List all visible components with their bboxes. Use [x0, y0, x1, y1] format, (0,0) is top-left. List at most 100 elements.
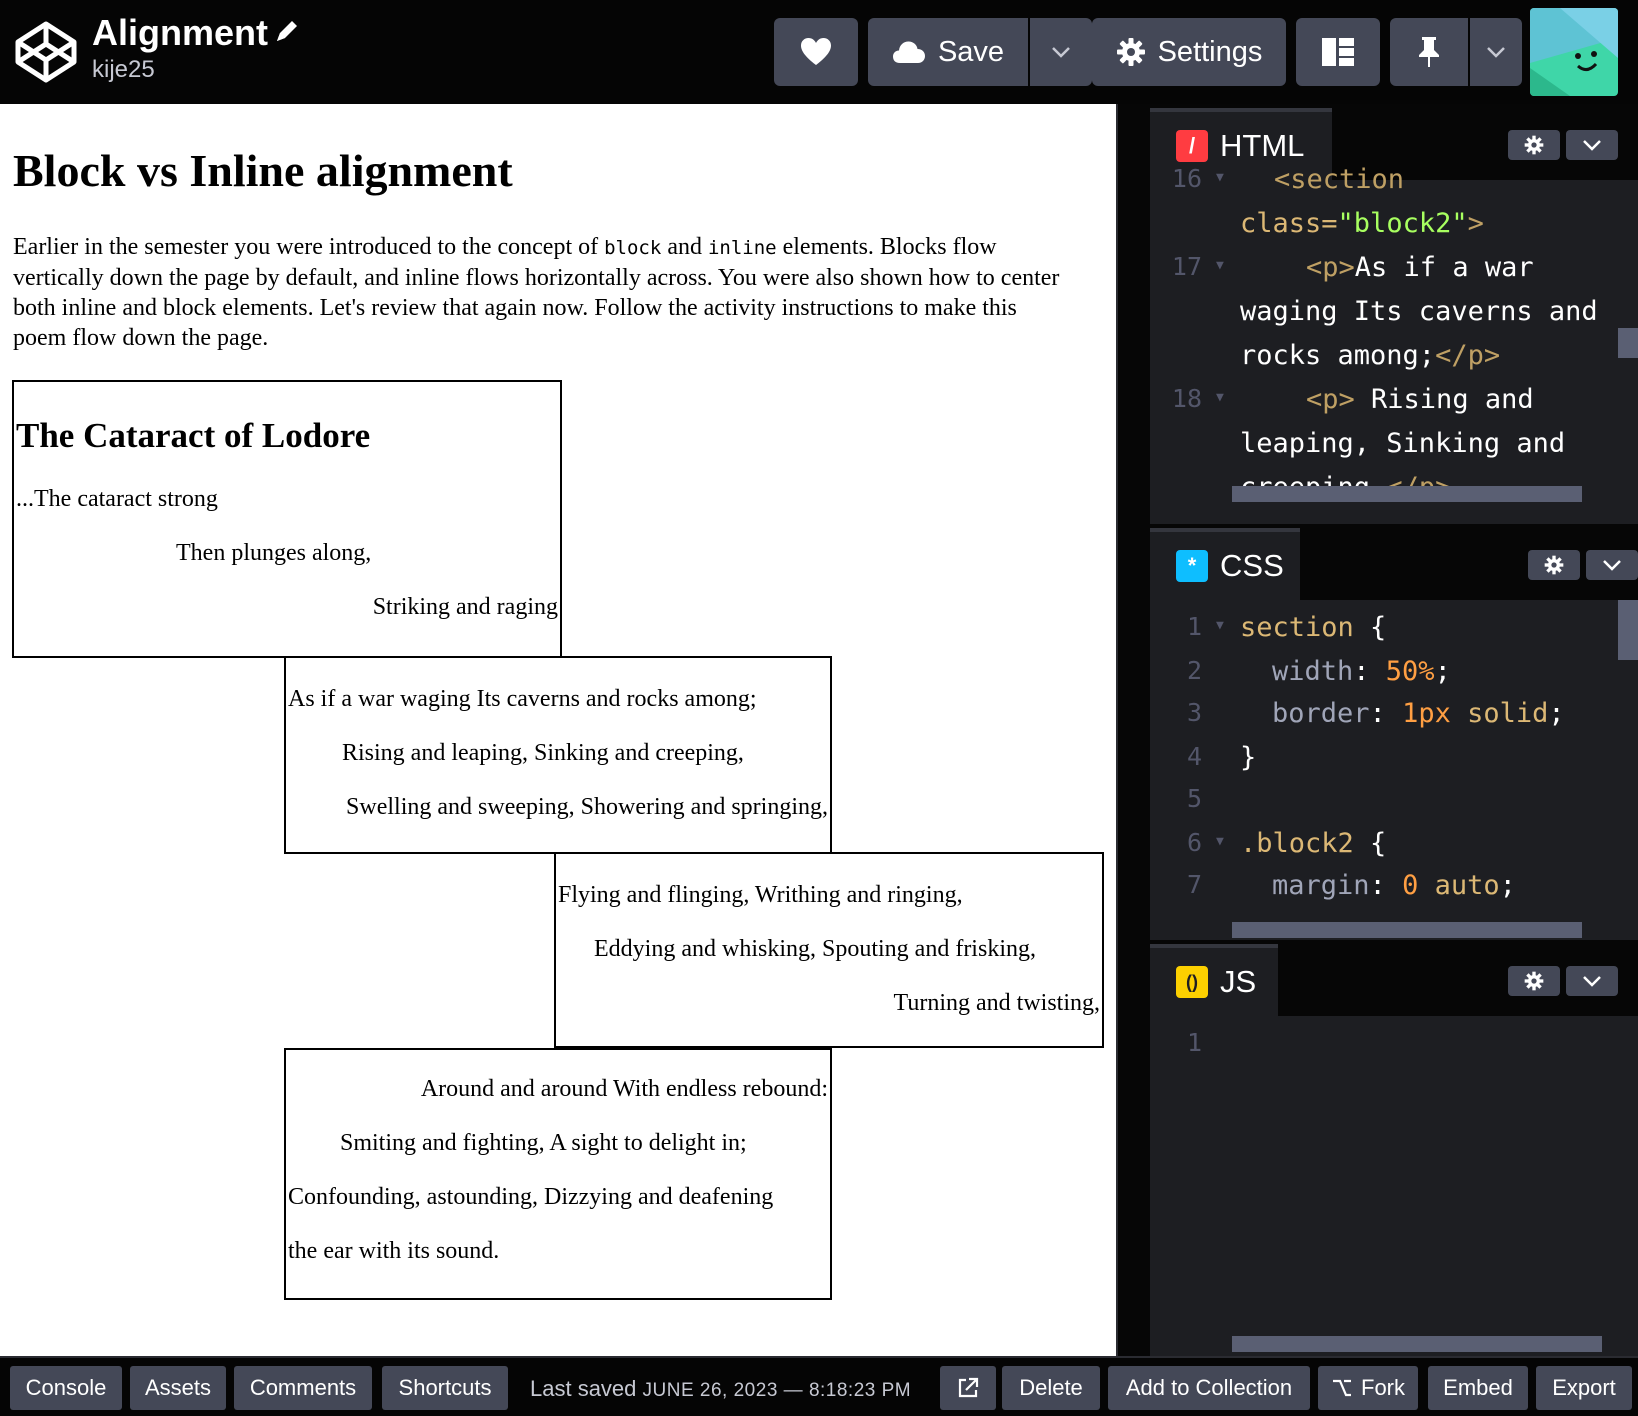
- editor-title: JS: [1220, 964, 1257, 999]
- js-editor-header: () JS: [1150, 940, 1638, 1016]
- js-editor-tab[interactable]: () JS: [1150, 944, 1278, 1016]
- code-line: rocks among;</p>: [1240, 340, 1501, 371]
- add-to-collection-button[interactable]: Add to Collection: [1108, 1366, 1310, 1410]
- pin-options-button[interactable]: [1470, 18, 1522, 86]
- gear-icon: [1524, 971, 1544, 991]
- horizontal-scrollbar[interactable]: [1232, 922, 1582, 938]
- save-button[interactable]: Save: [868, 18, 1028, 86]
- poem-line: Then plunges along,: [176, 540, 372, 566]
- top-bar: Alignment kije25 Save Settings: [0, 0, 1638, 104]
- horizontal-scrollbar[interactable]: [1232, 1336, 1602, 1352]
- poem-line: Eddying and whisking, Spouting and frisk…: [594, 936, 1036, 962]
- pen-title[interactable]: Alignment: [92, 12, 268, 54]
- delete-button[interactable]: Delete: [1002, 1366, 1100, 1410]
- code-line: <p>As if a war: [1306, 252, 1534, 283]
- settings-label: Settings: [1157, 35, 1263, 68]
- gear-icon: [1524, 135, 1544, 155]
- fold-arrow: ▼: [1216, 170, 1224, 185]
- poem-block-3: Flying and flinging, Writhing and ringin…: [554, 852, 1104, 1048]
- css-editor-header: * CSS: [1150, 524, 1638, 600]
- poem-line: Flying and flinging, Writhing and ringin…: [558, 882, 963, 908]
- code-line: .block2 {: [1240, 828, 1387, 859]
- line-number: 7: [1186, 870, 1202, 899]
- save-options-button[interactable]: [1030, 18, 1092, 86]
- line-number: 17: [1171, 252, 1202, 281]
- line-number: 1: [1186, 612, 1202, 641]
- chevron-down-icon: [1052, 47, 1070, 58]
- poem-block-1: The Cataract of Lodore ...The cataract s…: [12, 380, 562, 658]
- poem-line: Confounding, astounding, Dizzying and de…: [288, 1184, 774, 1210]
- editor-collapse-button[interactable]: [1566, 130, 1618, 160]
- editor-title: CSS: [1220, 548, 1284, 583]
- preview-intro-paragraph: Earlier in the semester you were introdu…: [13, 234, 1060, 351]
- bottom-bar: Console Assets Comments Shortcuts Last s…: [0, 1356, 1638, 1416]
- editor-settings-button[interactable]: [1508, 130, 1560, 160]
- settings-button[interactable]: Settings: [1092, 18, 1286, 86]
- line-number: 6: [1186, 828, 1202, 857]
- last-saved-label: Last saved: [530, 1376, 637, 1401]
- chevron-down-icon: [1583, 976, 1601, 987]
- line-number: 3: [1186, 698, 1202, 727]
- assets-button[interactable]: Assets: [130, 1366, 226, 1410]
- horizontal-scrollbar[interactable]: [1232, 486, 1582, 502]
- editor-settings-button[interactable]: [1528, 550, 1580, 580]
- pencil-icon[interactable]: [272, 16, 302, 46]
- poem-line: Turning and twisting,: [893, 990, 1100, 1016]
- css-code-area[interactable]: 1 ▼ section { 2 width: 50%; 3 border: 1p…: [1150, 600, 1638, 940]
- line-number: 4: [1186, 742, 1202, 771]
- heart-icon: [801, 38, 831, 65]
- poem-line: Striking and raging: [372, 594, 558, 620]
- fork-button[interactable]: Fork: [1318, 1366, 1418, 1410]
- html-editor[interactable]: / HTML 16 ▼ <section class="block2"> 17 …: [1150, 104, 1638, 524]
- last-saved-time: JUNE 26, 2023 — 8:18:23 PM: [642, 1380, 912, 1401]
- html-code-area[interactable]: 16 ▼ <section class="block2"> 17 ▼ <p>As…: [1150, 164, 1638, 520]
- line-number: 5: [1186, 784, 1202, 813]
- code-line: class="block2">: [1240, 208, 1484, 239]
- fork-label: Fork: [1361, 1375, 1405, 1400]
- code-line: <section: [1274, 164, 1405, 195]
- export-button[interactable]: Export: [1536, 1366, 1632, 1410]
- open-in-new-window-button[interactable]: [940, 1366, 996, 1410]
- css-editor-tab[interactable]: * CSS: [1150, 528, 1300, 600]
- chevron-down-icon: [1603, 560, 1621, 571]
- poem-title: The Cataract of Lodore: [16, 416, 371, 455]
- js-code-area[interactable]: 1: [1150, 1016, 1638, 1336]
- css-editor[interactable]: * CSS 1 ▼ section { 2 width: 50%; 3 bord…: [1150, 524, 1638, 940]
- poem-block-2: As if a war waging Its caverns and rocks…: [284, 656, 832, 854]
- chevron-down-icon: [1487, 47, 1505, 58]
- embed-button[interactable]: Embed: [1428, 1366, 1528, 1410]
- shortcuts-button[interactable]: Shortcuts: [382, 1366, 508, 1410]
- external-link-icon: [958, 1377, 979, 1398]
- layout-icon: [1322, 38, 1354, 66]
- result-preview[interactable]: Block vs Inline alignment Earlier in the…: [0, 104, 1116, 1356]
- code-line: width: 50%;: [1272, 656, 1451, 687]
- vertical-scrollbar[interactable]: [1618, 600, 1638, 660]
- editor-collapse-button[interactable]: [1566, 966, 1618, 996]
- love-button[interactable]: [774, 18, 858, 86]
- fold-arrow: ▼: [1216, 834, 1224, 849]
- last-saved-status: Last saved JUNE 26, 2023 — 8:18:23 PM: [530, 1376, 911, 1402]
- code-line: border: 1px solid;: [1272, 698, 1565, 729]
- code-line: <p> Rising and: [1306, 384, 1534, 415]
- poem-line: ...The cataract strong: [16, 486, 218, 512]
- js-editor[interactable]: () JS 1: [1150, 940, 1638, 1356]
- panel-resize-handle[interactable]: [1116, 104, 1150, 1356]
- vertical-scrollbar[interactable]: [1618, 328, 1638, 358]
- pin-button[interactable]: [1390, 18, 1468, 86]
- codepen-logo-icon[interactable]: [14, 20, 78, 84]
- change-view-button[interactable]: [1296, 18, 1380, 86]
- user-avatar[interactable]: [1530, 8, 1618, 96]
- code-line: section {: [1240, 612, 1387, 643]
- js-icon: (): [1176, 966, 1208, 998]
- console-button[interactable]: Console: [10, 1366, 122, 1410]
- line-number: 18: [1171, 384, 1202, 413]
- poem-line: Rising and leaping, Sinking and creeping…: [342, 740, 744, 766]
- chevron-down-icon: [1583, 140, 1601, 151]
- editor-collapse-button[interactable]: [1586, 550, 1638, 580]
- save-label: Save: [937, 35, 1005, 68]
- editor-settings-button[interactable]: [1508, 966, 1560, 996]
- cloud-icon: [892, 41, 925, 63]
- gear-icon: [1116, 38, 1145, 66]
- author-username[interactable]: kije25: [92, 56, 155, 84]
- comments-button[interactable]: Comments: [234, 1366, 372, 1410]
